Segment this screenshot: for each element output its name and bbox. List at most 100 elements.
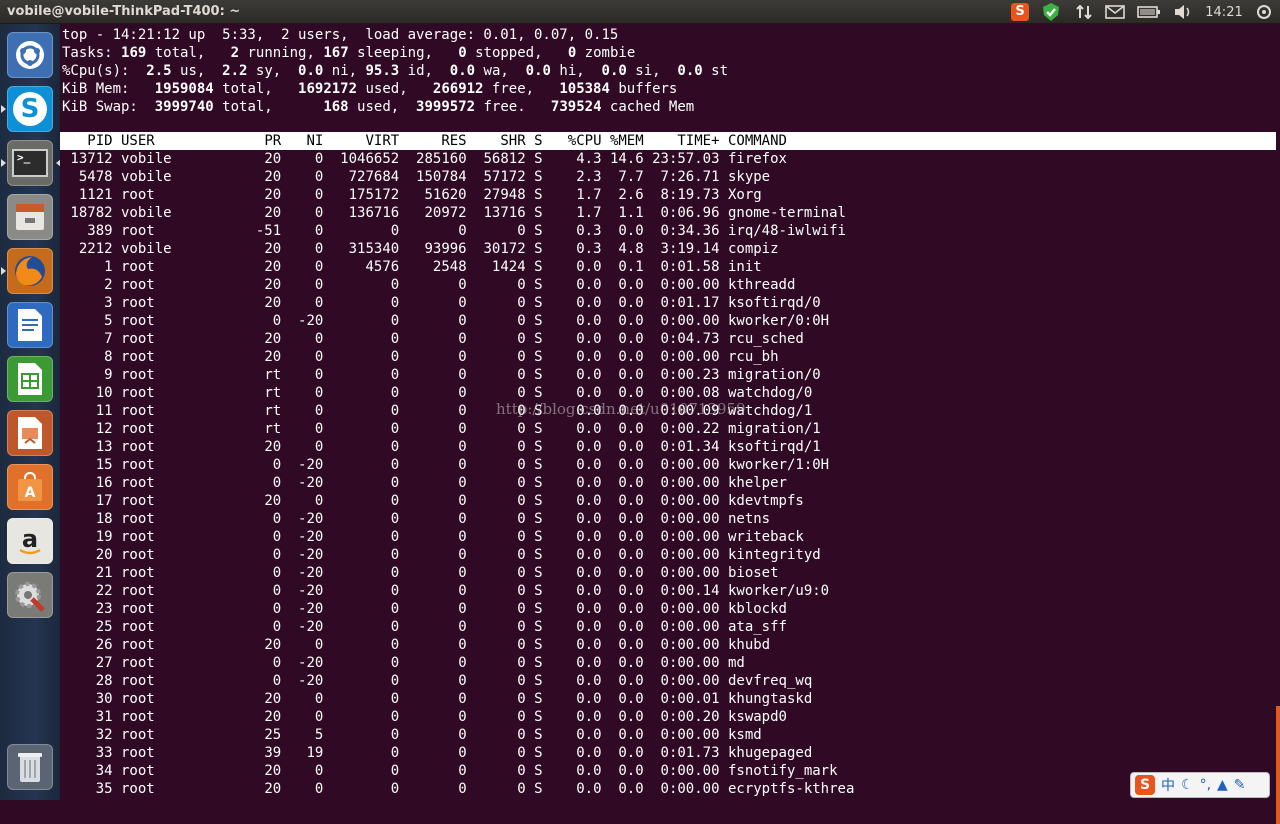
- table-row: 5 root 0 -20 0 0 0 S 0.0 0.0 0:00.00 kworker/0:0H: [60, 312, 1276, 330]
- wrench-settings-icon[interactable]: ✎: [1234, 777, 1246, 793]
- calc-spreadsheet-icon[interactable]: [7, 356, 53, 402]
- terminal-icon[interactable]: >_: [7, 140, 53, 186]
- tasks-total: 169: [121, 45, 147, 61]
- battery-icon[interactable]: [1136, 3, 1162, 21]
- table-row: 33 root 39 19 0 0 0 S 0.0 0.0 0:01.73 khugepaged: [60, 744, 1276, 762]
- table-row: 21 root 0 -20 0 0 0 S 0.0 0.0 0:00.00 bioset: [60, 564, 1276, 582]
- cell-command: kthreadd: [727, 277, 796, 293]
- cpu-si: 0.0: [601, 63, 627, 79]
- table-row: 23 root 0 -20 0 0 0 S 0.0 0.0 0:00.00 kblockd: [60, 600, 1276, 618]
- cell-command: kswapd0: [727, 709, 787, 725]
- cpu-ni: 0.0: [298, 63, 324, 79]
- amazon-icon[interactable]: a: [7, 518, 53, 564]
- cell-command: rcu_sched: [727, 331, 804, 347]
- files-cabinet-icon[interactable]: [7, 194, 53, 240]
- tasks-sleeping: 167: [323, 45, 349, 61]
- input-method-toolbar[interactable]: S 中 ☾ °, ▲ ✎: [1130, 772, 1270, 798]
- watermark: http://blog.csdn.net/u010713959: [496, 400, 746, 418]
- cell-time: 0:04.73: [660, 331, 720, 347]
- update-check-icon[interactable]: [1040, 3, 1062, 21]
- cell-time: 0:00.00: [660, 565, 720, 581]
- cell-command: migration/1: [727, 421, 821, 437]
- table-row: 28 root 0 -20 0 0 0 S 0.0 0.0 0:00.00 devfreq_wq: [60, 672, 1276, 690]
- mem-total: 1959084: [154, 81, 214, 97]
- cell-command: khungtaskd: [727, 691, 813, 707]
- software-center-bag-icon[interactable]: A: [7, 464, 53, 510]
- cell-command: khubd: [727, 637, 771, 653]
- svg-text:A: A: [25, 485, 36, 501]
- cell-command: kworker/1:0H: [727, 457, 830, 473]
- table-row: 25 root 0 -20 0 0 0 S 0.0 0.0 0:00.00 ata_sff: [60, 618, 1276, 636]
- cell-time: 0:00.00: [660, 727, 720, 743]
- cell-command: ksoftirqd/1: [727, 439, 821, 455]
- cell-time: 23:57.03: [652, 151, 720, 167]
- cell-time: 0:00.20: [660, 709, 720, 725]
- tasks-stopped: 0: [458, 45, 467, 61]
- cell-command: firefox: [727, 151, 787, 167]
- firefox-icon[interactable]: [7, 248, 53, 294]
- cell-time: 0:00.00: [660, 493, 720, 509]
- cell-time: 0:00.00: [660, 763, 720, 779]
- table-row: 19 root 0 -20 0 0 0 S 0.0 0.0 0:00.00 writeback: [60, 528, 1276, 546]
- impress-presentation-icon[interactable]: [7, 410, 53, 456]
- table-row: 26 root 20 0 0 0 0 S 0.0 0.0 0:00.00 khubd: [60, 636, 1276, 654]
- cell-command: irq/48-iwlwifi: [727, 223, 846, 239]
- cell-command: skype: [727, 169, 771, 185]
- cell-command: ata_sff: [727, 619, 787, 635]
- tasks-line: Tasks: 169 total, 2 running, 167 sleepin…: [62, 45, 636, 61]
- cell-time: 0:00.00: [660, 547, 720, 563]
- cell-time: 0:34.36: [660, 223, 720, 239]
- ime-mode-label[interactable]: 中: [1161, 775, 1175, 795]
- cell-time: 3:19.14: [660, 241, 720, 257]
- table-row: 13712 vobile 20 0 1046652 285160 56812 S 4.3 14.6…: [60, 150, 1276, 168]
- cell-time: 0:00.00: [660, 475, 720, 491]
- cell-command: kintegrityd: [727, 547, 821, 563]
- cell-time: 0:00.00: [660, 529, 720, 545]
- volume-icon[interactable]: [1172, 3, 1194, 21]
- scrollbar-thumb[interactable]: [1276, 706, 1280, 824]
- moon-icon[interactable]: ☾: [1181, 777, 1194, 793]
- cell-time: 0:01.17: [660, 295, 720, 311]
- column-header-time: TIME+: [677, 133, 720, 149]
- table-row: 1 root 20 0 4576 2548 1424 S 0.0 0.1 0:01.58 init: [60, 258, 1276, 276]
- mail-envelope-icon[interactable]: [1104, 3, 1126, 21]
- process-table: 13712 vobile 20 0 1046652 285160 56812 S 4.3 14.6…: [60, 150, 1276, 798]
- mem-buffers: 105384: [559, 81, 610, 97]
- clock[interactable]: 14:21: [1202, 3, 1246, 21]
- cell-command: init: [727, 259, 762, 275]
- network-arrows-icon[interactable]: [1074, 3, 1094, 21]
- shirt-skin-icon[interactable]: ▲: [1217, 777, 1228, 793]
- punctuation-icon[interactable]: °,: [1200, 777, 1211, 793]
- cell-command: ecryptfs-kthrea: [727, 781, 855, 797]
- cell-time: 0:00.23: [660, 367, 720, 383]
- cell-time: 0:00.00: [660, 673, 720, 689]
- cell-command: khelper: [727, 475, 787, 491]
- tasks-zombie: 0: [567, 45, 577, 61]
- window-title: vobile@vobile-ThinkPad-T400: ~: [7, 4, 241, 19]
- cell-time: 0:00.00: [660, 655, 720, 671]
- dash-home-icon[interactable]: [7, 32, 53, 78]
- swap-cached: 739524: [550, 99, 602, 115]
- process-table-header: PID USER PR NI VIRT RES SHR S %CPU %MEM TIME+ COMMA…: [60, 132, 1276, 150]
- table-row: 35 root 20 0 0 0 0 S 0.0 0.0 0:00.00 ecryptfs-kthre…: [60, 780, 1276, 798]
- table-row: 1121 root 20 0 175172 51620 27948 S 1.7 2.6 8:19.7…: [60, 186, 1276, 204]
- trash-icon[interactable]: [7, 744, 53, 790]
- system-settings-wrench-icon[interactable]: [7, 572, 53, 618]
- writer-document-icon[interactable]: [7, 302, 53, 348]
- tasks-running: 2: [230, 45, 240, 61]
- table-row: 13 root 20 0 0 0 0 S 0.0 0.0 0:01.34 ksoftirqd/1: [60, 438, 1276, 456]
- cell-time: 7:26.71: [660, 169, 720, 185]
- cell-time: 0:00.01: [660, 691, 720, 707]
- table-row: 7 root 20 0 0 0 0 S 0.0 0.0 0:04.73 rcu_sched: [60, 330, 1276, 348]
- cell-command: md: [727, 655, 745, 671]
- terminal-window[interactable]: top - 14:21:12 up 5:33, 2 users, load av…: [60, 24, 1280, 824]
- table-row: 3 root 20 0 0 0 0 S 0.0 0.0 0:01.17 ksoftirqd/0: [60, 294, 1276, 312]
- table-row: 31 root 20 0 0 0 0 S 0.0 0.0 0:00.20 kswapd0: [60, 708, 1276, 726]
- table-row: 12 root rt 0 0 0 0 S 0.0 0.0 0:00.22 migration/1: [60, 420, 1276, 438]
- sogou-logo-icon[interactable]: S: [1135, 775, 1155, 795]
- skype-icon[interactable]: S: [7, 86, 53, 132]
- power-gear-icon[interactable]: [1254, 3, 1274, 21]
- cpu-id: 95.3: [365, 63, 400, 79]
- running-indicator: [1, 267, 6, 275]
- sogou-input-icon[interactable]: S: [1010, 3, 1030, 21]
